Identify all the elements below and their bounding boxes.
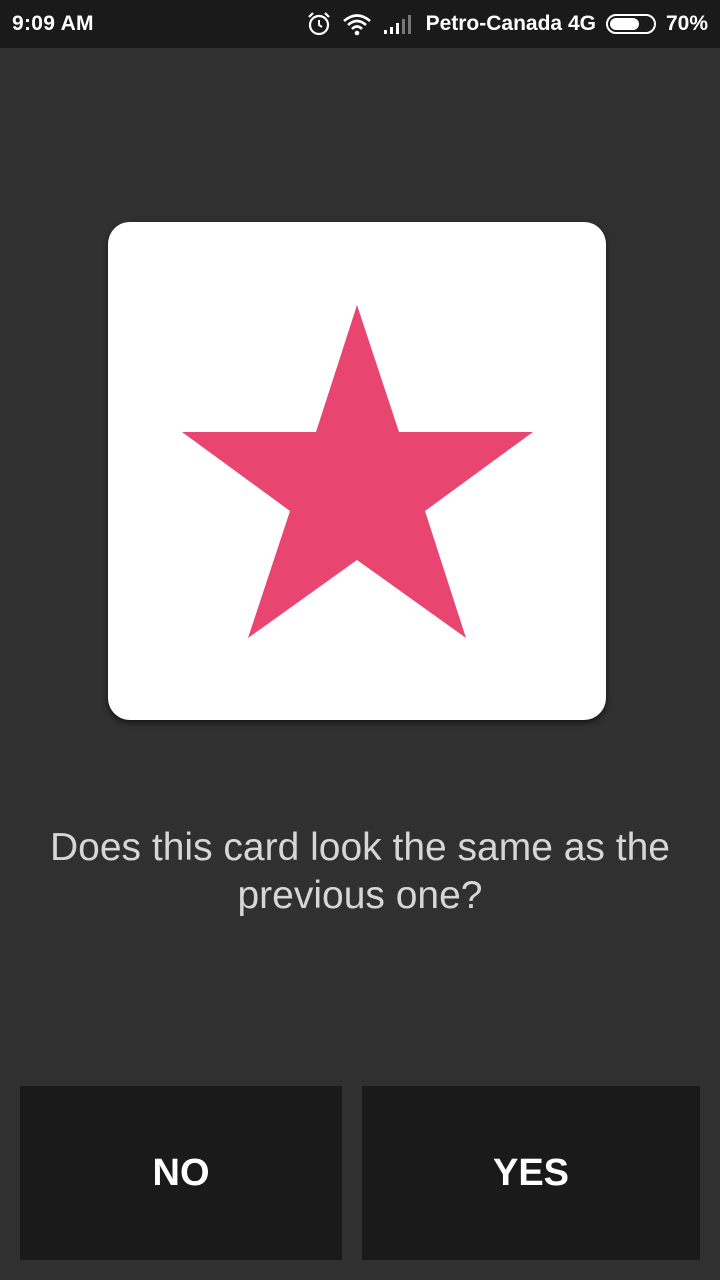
yes-button[interactable]: YES — [362, 1086, 700, 1260]
status-icons: Petro-Canada 4G 70% — [306, 11, 708, 37]
star-icon — [182, 305, 533, 638]
status-time: 9:09 AM — [12, 12, 94, 35]
card — [108, 222, 606, 720]
carrier-name: Petro-Canada 4G — [425, 12, 596, 35]
no-button[interactable]: NO — [20, 1086, 342, 1260]
battery-percent: 70% — [665, 12, 708, 35]
question-line-1: Does this card look the same as the — [50, 826, 670, 869]
signal-icon — [382, 12, 416, 36]
question-line-2: previous one? — [237, 874, 483, 917]
wifi-icon — [342, 12, 372, 36]
alarm-icon — [306, 11, 332, 37]
battery-icon — [605, 14, 656, 34]
status-bar: 9:09 AM Petro-Canada 4G 70% — [0, 0, 720, 48]
question-text: Does this card look the same as the prev… — [30, 824, 690, 920]
